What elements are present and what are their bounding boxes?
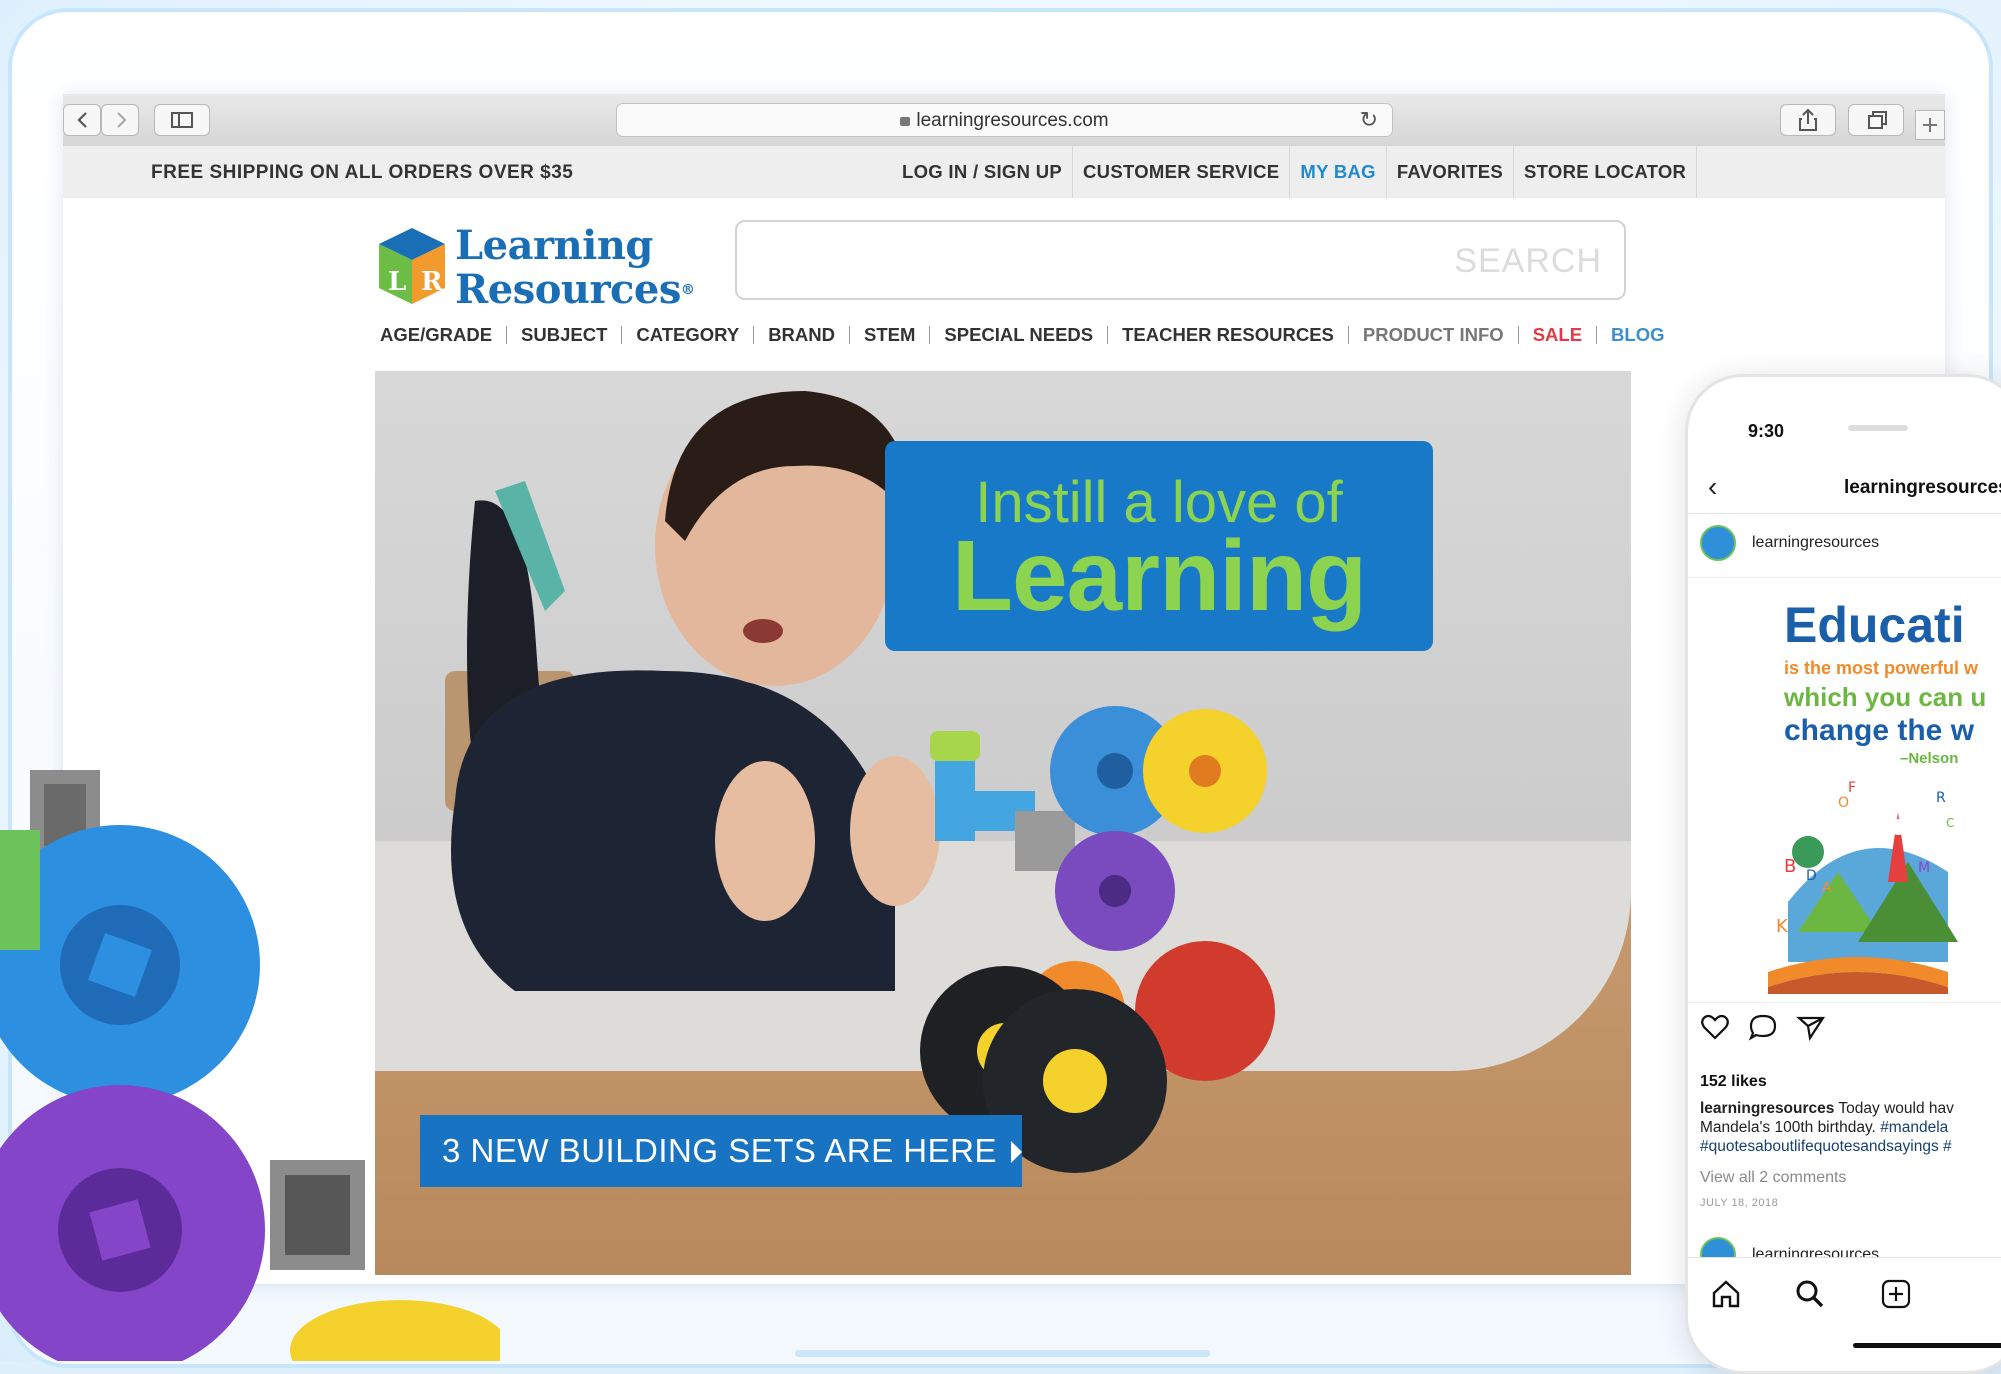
sidebar-icon xyxy=(171,112,193,128)
post-letter: R xyxy=(1936,790,1946,806)
post-letter: A xyxy=(1822,880,1832,896)
caption-text-line-2: Mandela's 100th birthday. xyxy=(1700,1119,1881,1136)
nav-product-info[interactable]: PRODUCT INFO xyxy=(1347,325,1518,344)
nav-sale[interactable]: SALE xyxy=(1517,325,1596,344)
caption-text: Today would hav xyxy=(1834,1100,1954,1117)
hashtag-quotes[interactable]: #quotesaboutlifequotesandsayings xyxy=(1700,1138,1939,1155)
tabs-button[interactable] xyxy=(1848,104,1904,136)
hero-headline-badge: Instill a love of Learning xyxy=(885,441,1433,651)
home-indicator xyxy=(1853,1343,2001,1348)
nav-stem[interactable]: STEM xyxy=(849,325,929,344)
nav-subject[interactable]: SUBJECT xyxy=(506,325,621,344)
browser-toolbar: learningresources.com ↻ xyxy=(63,94,1945,147)
post-letter: C xyxy=(1946,816,1954,830)
svg-text:R: R xyxy=(421,267,443,297)
store-locator-link[interactable]: STORE LOCATOR xyxy=(1514,146,1698,198)
nav-brand[interactable]: BRAND xyxy=(753,325,849,344)
hero-headline-line-2: Learning xyxy=(951,520,1367,632)
forward-button[interactable] xyxy=(101,104,139,136)
learning-resources-logo[interactable]: L R Learning Resources® xyxy=(375,224,695,314)
comment-icon[interactable] xyxy=(1748,1013,1778,1041)
instagram-header: ‹ learningresources xyxy=(1688,463,2001,514)
tabs-icon xyxy=(1868,111,1887,129)
utility-nav: LOG IN / SIGN UP CUSTOMER SERVICE MY BAG… xyxy=(892,146,1698,198)
open-book-illustration: O F R C B D A M K xyxy=(1768,780,1958,994)
my-bag-link[interactable]: MY BAG xyxy=(1290,146,1387,198)
post-quote-line-3: change the w xyxy=(1784,714,1975,747)
back-chevron-icon[interactable]: ‹ xyxy=(1708,471,1717,503)
logo-line-1: Learning xyxy=(455,222,653,269)
main-nav: AGE/GRADE SUBJECT CATEGORY BRAND STEM SP… xyxy=(380,325,1678,344)
new-tab-button[interactable] xyxy=(1915,110,1945,140)
add-post-icon[interactable] xyxy=(1878,1276,1914,1312)
post-letter: M xyxy=(1918,860,1930,876)
nav-blog[interactable]: BLOG xyxy=(1596,325,1678,344)
view-comments-link[interactable]: View all 2 comments xyxy=(1700,1169,1846,1187)
url-text: learningresources.com xyxy=(916,110,1109,131)
address-bar[interactable]: learningresources.com ↻ xyxy=(616,103,1393,137)
hashtag-truncated[interactable]: # xyxy=(1939,1138,1952,1155)
post-letter: K xyxy=(1776,916,1789,937)
post-caption: learningresources Today would hav Mandel… xyxy=(1700,1099,2001,1156)
back-button[interactable] xyxy=(63,104,101,136)
post-quote-line-1: is the most powerful w xyxy=(1784,658,1979,678)
utility-bar: FREE SHIPPING ON ALL ORDERS OVER $35 LOG… xyxy=(63,146,1945,198)
plus-icon xyxy=(1923,118,1937,132)
post-letter: O xyxy=(1838,795,1849,811)
hashtag-mandela[interactable]: #mandela xyxy=(1880,1119,1948,1136)
post-date: JULY 18, 2018 xyxy=(1700,1197,1779,1209)
send-icon[interactable] xyxy=(1796,1013,1826,1041)
laptop-hinge xyxy=(795,1350,1210,1357)
post-quote-attribution: –Nelson xyxy=(1900,750,1959,767)
post-headline: Educati xyxy=(1784,597,1965,653)
customer-service-link[interactable]: CUSTOMER SERVICE xyxy=(1073,146,1291,198)
post-letter: B xyxy=(1784,856,1796,877)
free-shipping-promo: FREE SHIPPING ON ALL ORDERS OVER $35 xyxy=(151,162,574,183)
reload-icon[interactable]: ↻ xyxy=(1360,107,1378,133)
chevron-left-icon xyxy=(77,112,87,128)
login-signup-link[interactable]: LOG IN / SIGN UP xyxy=(892,146,1074,198)
cta-label: 3 NEW BUILDING SETS ARE HERE xyxy=(442,1132,997,1169)
avatar[interactable] xyxy=(1700,525,1736,561)
search-icon[interactable] xyxy=(1792,1276,1828,1312)
share-icon xyxy=(1799,108,1817,131)
search-placeholder: SEARCH xyxy=(1454,242,1602,280)
heart-icon[interactable] xyxy=(1700,1013,1730,1041)
phone-speaker xyxy=(1848,425,1908,431)
search-input[interactable]: SEARCH xyxy=(735,220,1626,300)
phone-mockup: 9:30 ‹ learningresources learningresourc… xyxy=(1685,374,2001,1374)
post-actions xyxy=(1700,1013,1826,1041)
logo-line-2: Resources xyxy=(455,266,681,313)
new-building-sets-button[interactable]: 3 NEW BUILDING SETS ARE HERE xyxy=(420,1115,1022,1187)
decorative-gear-toys xyxy=(0,770,500,1361)
sidebar-toggle-button[interactable] xyxy=(154,104,210,136)
favorites-link[interactable]: FAVORITES xyxy=(1387,146,1515,198)
logo-wordmark: Learning Resources® xyxy=(455,222,695,313)
nav-age-grade[interactable]: AGE/GRADE xyxy=(380,325,506,344)
lock-icon xyxy=(900,117,911,126)
nav-category[interactable]: CATEGORY xyxy=(621,325,753,344)
status-time: 9:30 xyxy=(1748,421,1785,441)
nav-teacher-resources[interactable]: TEACHER RESOURCES xyxy=(1107,325,1348,344)
post-quote-line-2: which you can u xyxy=(1784,682,1987,712)
hero-banner[interactable]: Instill a love of Learning 3 NEW BUILDIN… xyxy=(375,371,1631,1275)
instagram-tab-bar xyxy=(1688,1257,2001,1334)
share-button[interactable] xyxy=(1780,104,1836,136)
chevron-right-icon xyxy=(117,112,127,128)
logo-registered-mark: ® xyxy=(680,282,695,298)
post-username[interactable]: learningresources xyxy=(1752,534,1879,552)
likes-count[interactable]: 152 likes xyxy=(1700,1073,1767,1091)
caret-right-icon xyxy=(1010,1141,1022,1163)
svg-text:L: L xyxy=(388,267,406,297)
logo-cube-icon: L R xyxy=(379,228,445,304)
nav-special-needs[interactable]: SPECIAL NEEDS xyxy=(929,325,1107,344)
post-letter: D xyxy=(1806,868,1817,884)
post-image[interactable]: Educati is the most powerful w which you… xyxy=(1688,577,2001,1003)
post-letter: F xyxy=(1848,780,1856,796)
home-icon[interactable] xyxy=(1708,1276,1744,1312)
profile-title: learningresources xyxy=(1844,477,2001,498)
caption-username[interactable]: learningresources xyxy=(1700,1100,1834,1117)
